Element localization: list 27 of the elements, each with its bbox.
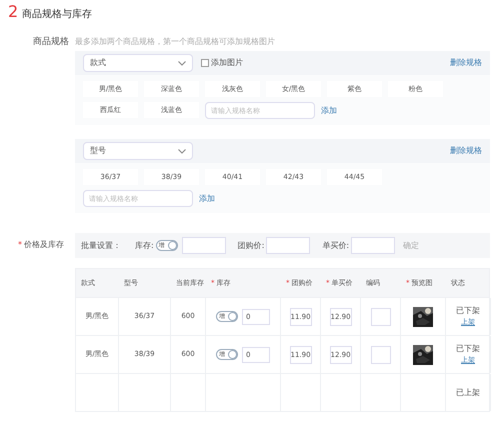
section-title: 商品规格与库存	[22, 10, 92, 20]
stock-input[interactable]	[182, 237, 226, 254]
chevron-icon	[178, 148, 186, 154]
single-price-input[interactable]	[351, 237, 396, 254]
add-image-checkbox[interactable]: 添加图片	[201, 57, 243, 69]
add-link[interactable]: 添加	[199, 192, 215, 204]
status-text: 已下架	[456, 305, 480, 318]
add-link[interactable]: 添加	[321, 104, 337, 116]
spec-select[interactable]: 款式	[83, 54, 193, 72]
code-input[interactable]	[370, 346, 390, 364]
status-text: 已上架	[456, 386, 480, 398]
spec-select[interactable]: 型号	[83, 142, 193, 160]
delete-spec-link[interactable]: 删除规格	[450, 145, 482, 157]
batch-label: 批量设置：	[81, 240, 121, 252]
delete-spec-link[interactable]: 删除规格	[450, 57, 482, 69]
single-price-label: 单买价:	[322, 240, 350, 252]
field-label: 商品规格	[33, 37, 69, 47]
group-price-label: 团购价:	[238, 240, 264, 252]
hint-text: 最多添加两个商品规格，第一个商品规格可添加规格图片	[75, 36, 275, 48]
stock-label: 库存:	[135, 240, 154, 252]
required-mark: *	[18, 239, 22, 251]
group-price-input[interactable]	[266, 237, 310, 254]
status-text: 已下架	[456, 343, 480, 356]
chevron-icon	[178, 60, 186, 66]
field-label: 价格及库存	[24, 239, 64, 251]
code-input[interactable]	[370, 308, 390, 326]
section-number: 2	[8, 4, 18, 20]
